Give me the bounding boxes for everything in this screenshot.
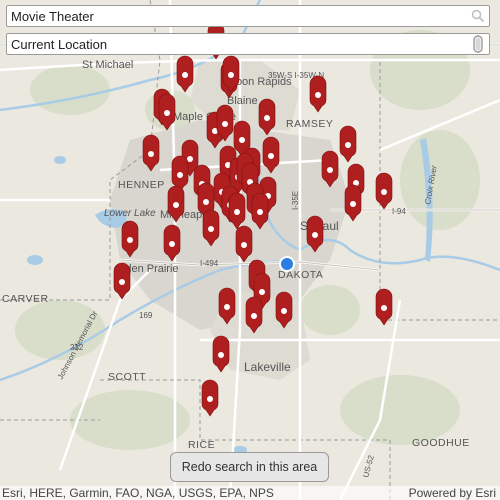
label-lakeville: Lakeville — [244, 360, 291, 374]
label-st-michael: St Michael — [82, 59, 133, 71]
search-icon[interactable] — [467, 6, 489, 26]
label-169: 169 — [139, 311, 153, 320]
search-input[interactable] — [7, 6, 467, 26]
label-carver: CARVER — [2, 293, 49, 305]
label-i35e: I-35E — [291, 191, 300, 210]
label-scott: SCOTT — [108, 371, 146, 383]
label-i94: I-94 — [392, 207, 406, 216]
label-blaine: Blaine — [227, 95, 258, 107]
redo-search-button[interactable]: Redo search in this area — [170, 452, 329, 482]
location-input[interactable] — [7, 34, 467, 54]
label-rice: RICE — [188, 439, 215, 451]
location-bar — [6, 33, 490, 55]
label-212: 212 — [70, 343, 84, 352]
attribution-bar: Esri, HERE, Garmin, FAO, NGA, USGS, EPA,… — [0, 486, 500, 500]
powered-by-text: Powered by Esri — [408, 486, 496, 500]
current-location-dot — [279, 256, 295, 272]
label-ramsey: RAMSEY — [286, 118, 333, 130]
label-lower-lake: Lower Lake — [104, 208, 156, 219]
attribution-text: Esri, HERE, Garmin, FAO, NGA, USGS, EPA,… — [2, 486, 274, 500]
search-bar — [6, 5, 490, 27]
location-pin-icon[interactable] — [467, 34, 489, 54]
label-i494: I-494 — [200, 259, 219, 268]
map-view[interactable]: St Michael Coon Rapids Blaine Maple Grov… — [0, 0, 500, 500]
label-goodhue: GOODHUE — [412, 437, 470, 449]
label-hennepin: HENNEP — [118, 179, 165, 191]
